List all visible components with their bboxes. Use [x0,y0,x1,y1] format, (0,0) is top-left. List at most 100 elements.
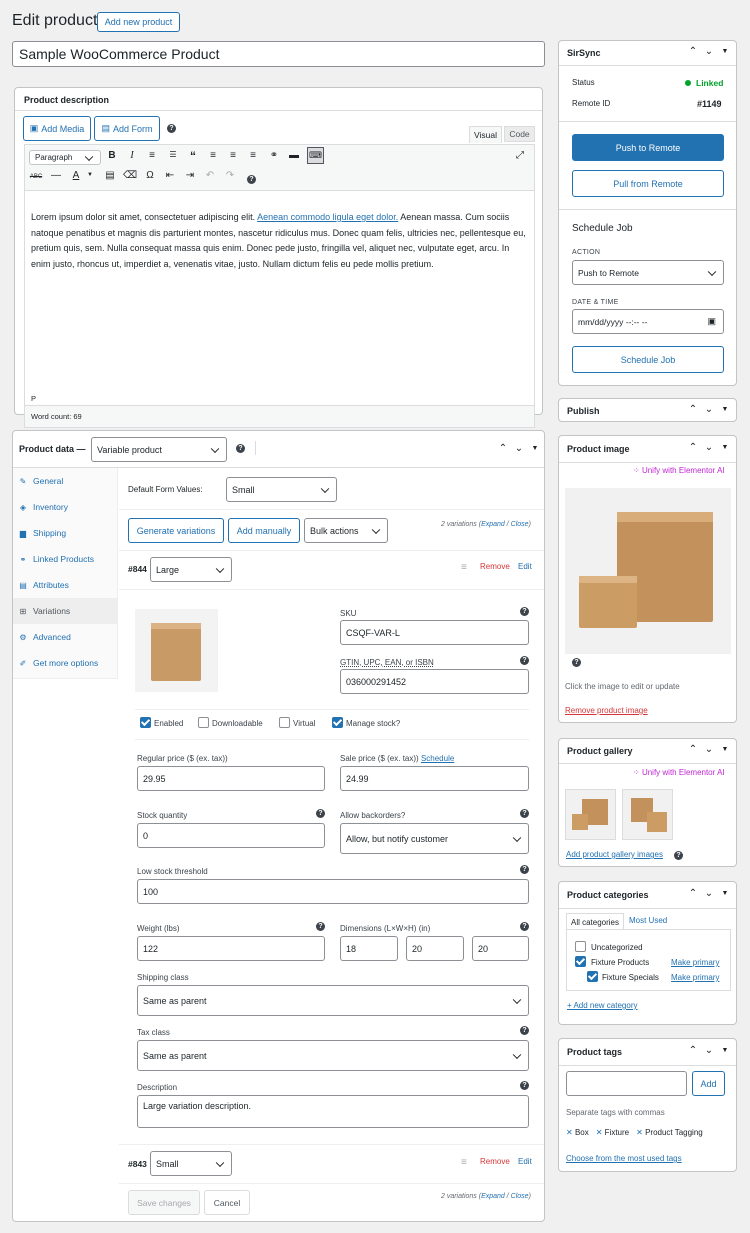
clear-formatting-icon[interactable]: ⌫ [123,170,137,181]
edit-variation-link[interactable]: Edit [518,1157,532,1166]
variation-size-select[interactable]: Large [150,557,232,582]
add-gallery-images-link[interactable]: Add product gallery images [566,850,663,859]
remove-variation-link[interactable]: Remove [480,562,510,571]
add-manually-button[interactable]: Add manually [228,518,300,543]
read-more-icon[interactable]: ▬ [287,150,301,161]
align-center-icon[interactable]: ≡ [226,150,240,161]
chevron-down-icon[interactable]: ⌄ [703,404,715,415]
edit-variation-link[interactable]: Edit [518,562,532,571]
chevron-up-icon[interactable]: ⌃ [687,1045,699,1056]
bullet-list-icon[interactable]: ≡ [145,150,159,161]
variation-description-input[interactable]: Large variation description. [137,1095,529,1128]
chevron-down-icon[interactable]: ⌄ [703,1045,715,1056]
help-icon[interactable]: ? [520,656,529,665]
expand-link[interactable]: Expand [481,521,505,528]
tab-inventory[interactable]: ◈ Inventory [13,494,118,520]
chevron-up-icon[interactable]: ⌃ [687,442,699,453]
special-character-icon[interactable]: Ω [143,170,157,181]
pull-from-remote-button[interactable]: Pull from Remote [572,170,724,197]
chevron-down-icon[interactable]: ⌄ [703,46,715,57]
align-left-icon[interactable]: ≡ [206,150,220,161]
close-link[interactable]: Close [511,521,529,528]
chevron-down-icon[interactable]: ⌄ [703,744,715,755]
stock-quantity-input[interactable]: 0 [137,823,325,848]
chevron-down-icon[interactable]: ⌄ [513,443,525,454]
remove-variation-link[interactable]: Remove [480,1157,510,1166]
calendar-icon[interactable]: ▣ [707,316,716,327]
action-select[interactable]: Push to Remote [572,260,724,285]
help-icon[interactable]: ? [167,124,176,133]
help-icon[interactable]: ? [520,865,529,874]
remove-product-image-link[interactable]: Remove product image [565,706,648,715]
chevron-down-icon[interactable]: ⌄ [703,888,715,899]
chevron-up-icon[interactable]: ⌃ [497,443,509,454]
save-changes-button[interactable]: Save changes [128,1190,200,1215]
length-input[interactable]: 18 [340,936,398,961]
caret-down-icon[interactable]: ▼ [529,445,541,452]
paste-text-icon[interactable]: ▤ [103,170,117,181]
help-icon[interactable]: ? [236,444,245,453]
help-icon[interactable]: ? [520,922,529,931]
outdent-icon[interactable]: ⇤ [163,170,177,181]
tab-variations[interactable]: ⊞ Variations [13,598,118,624]
caret-down-icon[interactable]: ▼ [719,48,731,55]
format-select[interactable]: Paragraph [29,150,101,165]
sku-input[interactable]: CSQF-VAR-L [340,620,529,645]
help-icon[interactable]: ? [316,809,325,818]
tab-all-categories[interactable]: All categories [566,913,624,930]
category-checkbox[interactable] [575,956,586,967]
close-link[interactable]: Close [511,1193,529,1200]
height-input[interactable]: 20 [472,936,529,961]
unify-elementor-link[interactable]: ⁘ Unify with Elementor AI [633,768,725,777]
drag-handle-icon[interactable]: ≡ [461,1157,467,1168]
text-color-icon[interactable]: A [69,170,83,181]
drag-handle-icon[interactable]: ≡ [461,562,467,573]
horizontal-line-icon[interactable]: — [49,170,63,181]
chevron-up-icon[interactable]: ⌃ [687,46,699,57]
align-right-icon[interactable]: ≡ [246,150,260,161]
cancel-button[interactable]: Cancel [204,1190,250,1215]
add-new-category-link[interactable]: + Add new category [567,1001,638,1010]
help-icon[interactable]: ? [520,1026,529,1035]
caret-down-icon[interactable]: ▼ [719,890,731,897]
push-to-remote-button[interactable]: Push to Remote [572,134,724,161]
strikethrough-icon[interactable]: ABC [29,174,43,180]
schedule-job-button[interactable]: Schedule Job [572,346,724,373]
tab-most-used[interactable]: Most Used [629,916,667,925]
bulk-actions-select[interactable]: Bulk actions [304,518,388,543]
fullscreen-icon[interactable]: ⤢ [513,150,527,161]
caret-down-icon[interactable]: ▼ [719,746,731,753]
add-form-button[interactable]: ▤ Add Form [94,116,160,141]
chevron-down-icon[interactable]: ▼ [83,172,97,178]
low-stock-input[interactable]: 100 [137,879,529,904]
expand-link[interactable]: Expand [481,1193,505,1200]
italic-icon[interactable]: I [125,150,139,161]
variation-image[interactable] [135,609,218,692]
tab-general[interactable]: ✎ General [13,468,118,494]
category-checkbox[interactable] [587,971,598,982]
tab-get-more-options[interactable]: ✐ Get more options [13,650,118,676]
tag-input[interactable] [566,1071,687,1096]
manage-stock-checkbox[interactable] [332,717,343,728]
bold-icon[interactable]: B [105,150,119,161]
add-new-product-button[interactable]: Add new product [97,12,180,32]
default-form-select[interactable]: Small [226,477,337,502]
add-media-button[interactable]: ▣ Add Media [23,116,91,141]
numbered-list-icon[interactable]: ☰ [166,150,180,159]
link-icon[interactable]: ⚭ [267,150,281,161]
datetime-input[interactable]: mm/dd/yyyy --:-- -- ▣ [572,309,724,334]
downloadable-checkbox[interactable] [198,717,209,728]
schedule-link[interactable]: Schedule [421,754,454,763]
gtin-input[interactable]: 036000291452 [340,669,529,694]
tab-shipping[interactable]: ▆ Shipping [13,520,118,546]
make-primary-link[interactable]: Make primary [671,973,719,982]
product-title-input[interactable]: Sample WooCommerce Product [12,41,545,67]
tab-linked-products[interactable]: ⚭ Linked Products [13,546,118,572]
caret-down-icon[interactable]: ▼ [719,1047,731,1054]
help-icon[interactable]: ? [520,1081,529,1090]
gallery-thumb[interactable] [565,789,616,840]
caret-down-icon[interactable]: ▼ [719,444,731,451]
tab-attributes[interactable]: ▤ Attributes [13,572,118,598]
tab-visual[interactable]: Visual [469,126,502,143]
help-icon[interactable]: ? [520,607,529,616]
